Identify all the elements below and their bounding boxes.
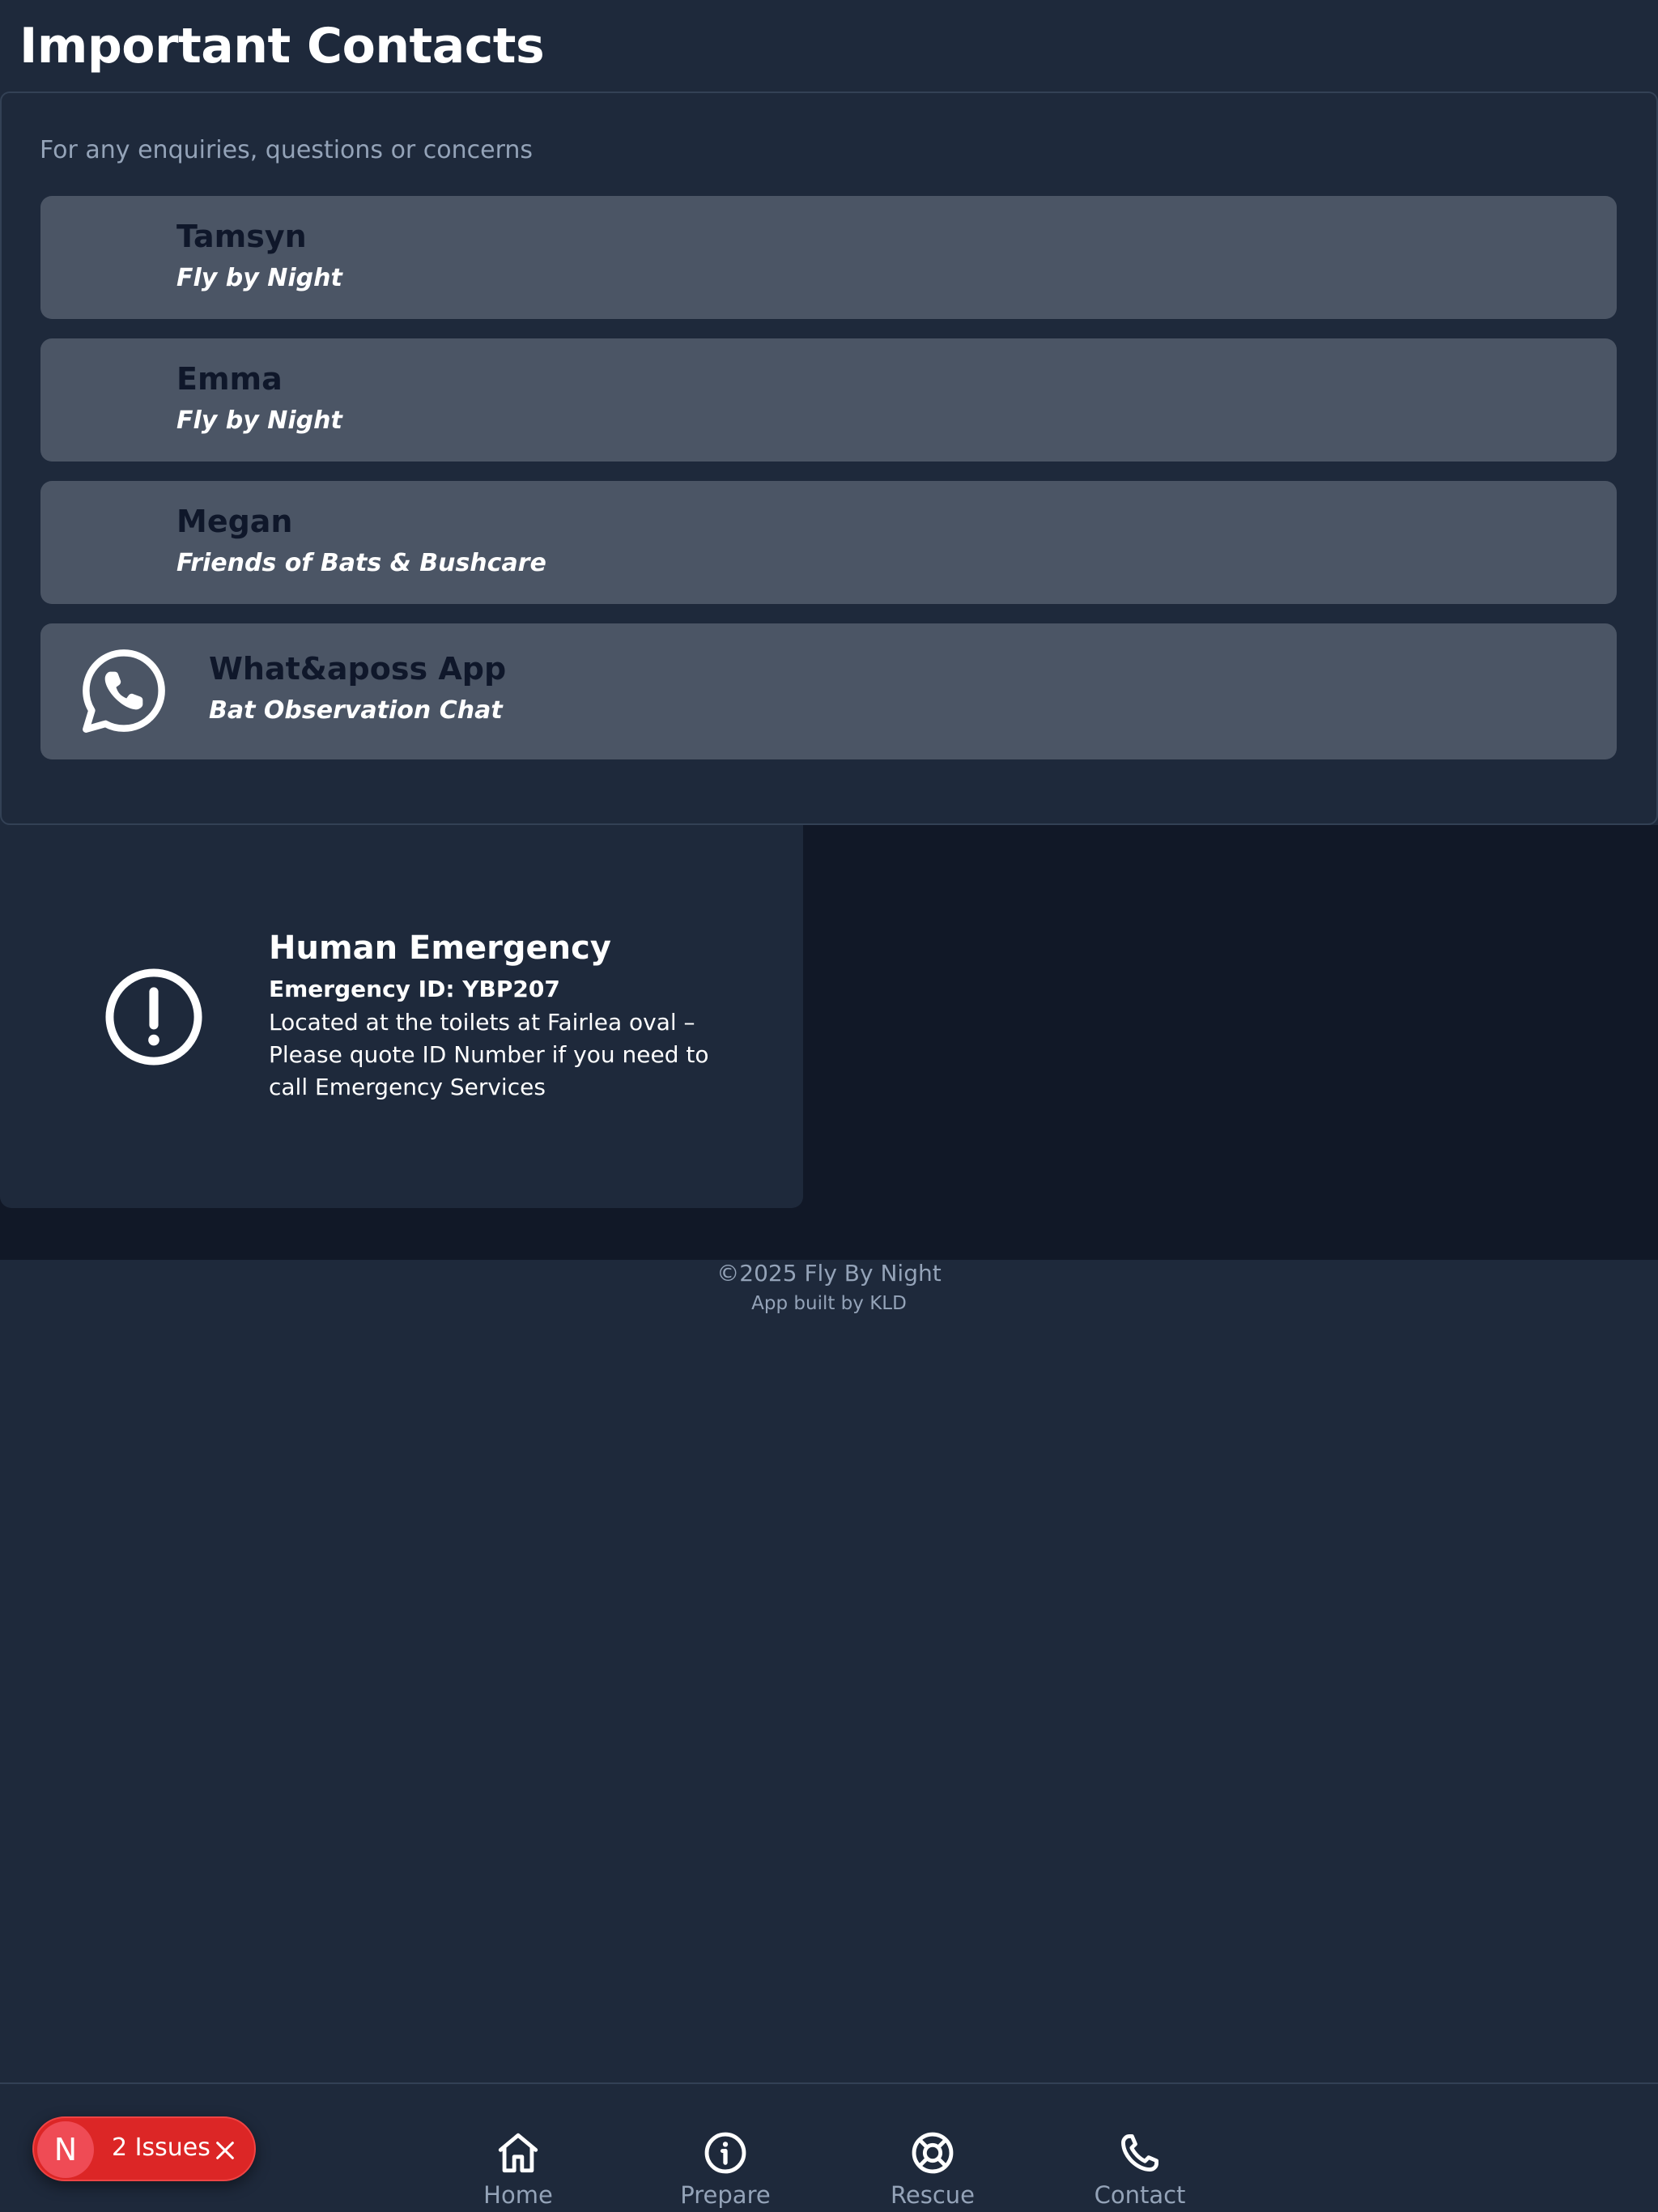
whatsapp-icon <box>83 649 165 733</box>
emergency-description: Located at the toilets at Fairlea oval –… <box>269 1009 709 1100</box>
issues-count: 2 Issues <box>112 2133 210 2162</box>
page-title: Important Contacts <box>19 18 545 74</box>
page: Important Contacts For any enquiries, qu… <box>0 0 1658 2212</box>
issues-badge[interactable]: N 2 Issues <box>32 2116 256 2181</box>
nav-rescue[interactable]: Rescue <box>852 2129 1014 2209</box>
nav-prepare[interactable]: Prepare <box>644 2129 806 2209</box>
contact-org: Friends of Bats & Bushcare <box>176 549 546 577</box>
nav-home[interactable]: Home <box>437 2129 599 2209</box>
contact-item-megan[interactable]: Megan Friends of Bats & Bushcare <box>40 481 1617 604</box>
nextjs-logo-icon: N <box>37 2121 94 2178</box>
contact-name: What&aposs App <box>209 651 507 687</box>
alert-circle-icon <box>105 968 202 1066</box>
contact-name: Tamsyn <box>176 219 307 254</box>
contact-item-whatsapp[interactable]: What&aposs App Bat Observation Chat <box>40 623 1617 759</box>
nav-label: Prepare <box>680 2181 771 2209</box>
contact-name: Emma <box>176 361 283 397</box>
emergency-title: Human Emergency <box>269 929 611 967</box>
footer-copyright: ©2025 Fly By Night <box>716 1260 942 1287</box>
contact-org: Fly by Night <box>176 406 342 435</box>
phone-icon <box>1121 2134 1158 2172</box>
close-icon[interactable] <box>214 2139 236 2162</box>
lifebuoy-icon <box>912 2132 954 2174</box>
home-icon <box>498 2133 538 2173</box>
contact-item-emma[interactable]: Emma Fly by Night <box>40 338 1617 462</box>
contact-org: Bat Observation Chat <box>209 696 503 725</box>
contacts-intro: For any enquiries, questions or concerns <box>40 136 534 164</box>
nav-label: Home <box>483 2181 553 2209</box>
info-icon <box>704 2132 746 2174</box>
footer-built-by: App built by KLD <box>751 1293 907 1314</box>
nav-contact[interactable]: Contact <box>1059 2129 1221 2209</box>
emergency-id: Emergency ID: YBP207 <box>269 976 560 1002</box>
nav-label: Contact <box>1094 2181 1186 2209</box>
contact-name: Megan <box>176 504 293 539</box>
contact-org: Fly by Night <box>176 264 342 292</box>
contact-item-tamsyn[interactable]: Tamsyn Fly by Night <box>40 196 1617 319</box>
nav-label: Rescue <box>891 2181 975 2209</box>
